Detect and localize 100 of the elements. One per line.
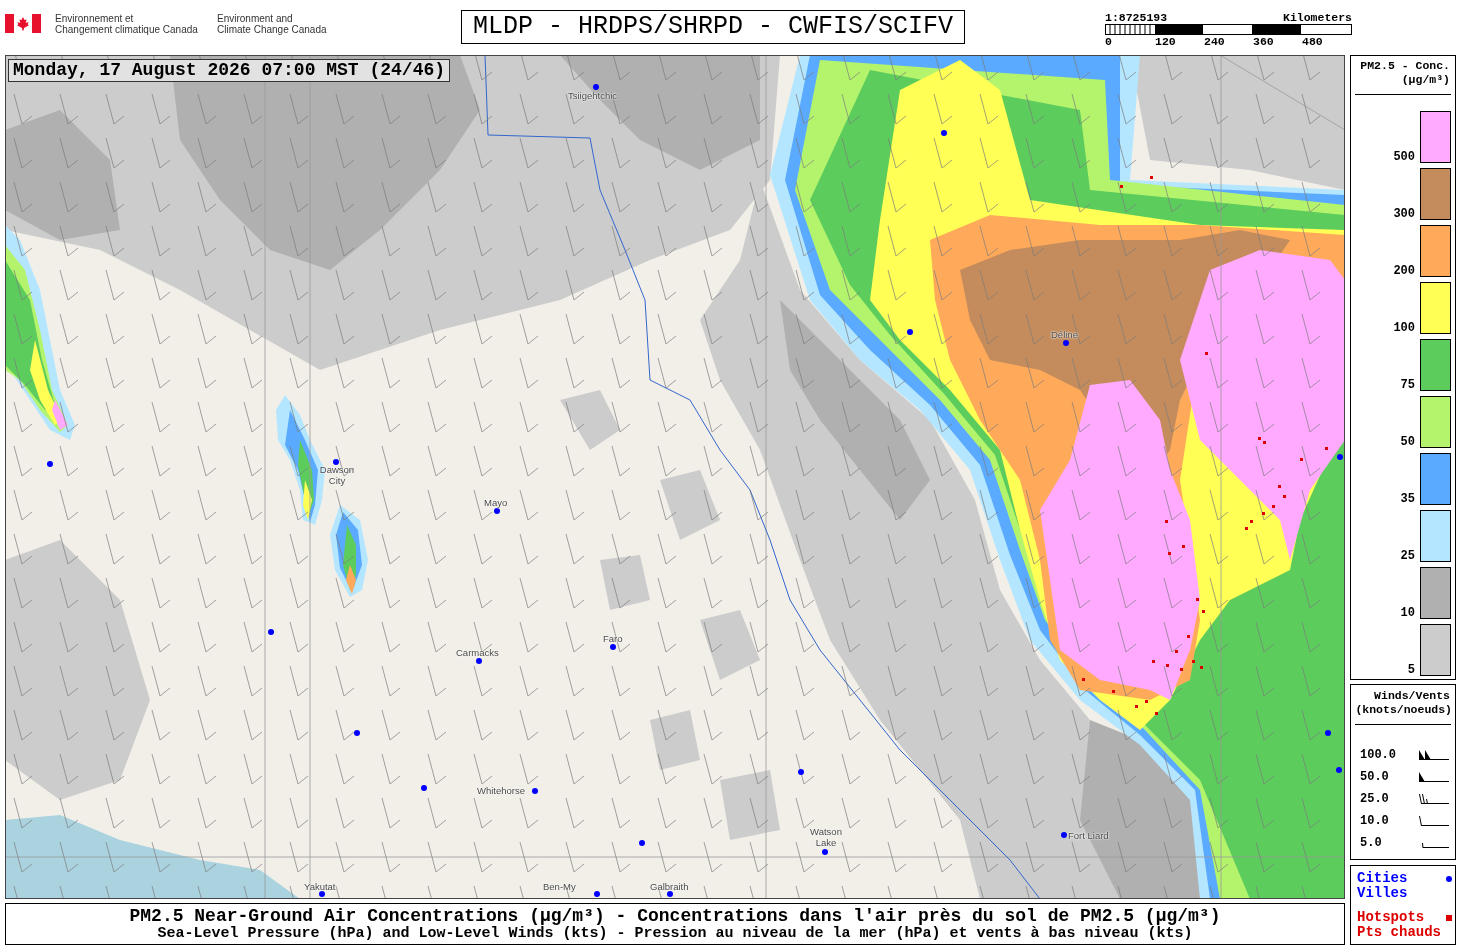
timestamp-label: Monday, 17 August 2026 07:00 MST (24/46) [8, 59, 451, 82]
map-title: MLDP - HRDPS/SHRPD - CWFIS/SCIFV [461, 10, 965, 44]
hotspot-icon [1112, 690, 1115, 693]
hotspot-icon [1325, 447, 1328, 450]
city-dot-icon [610, 644, 616, 650]
hotspot-icon [1082, 678, 1085, 681]
hotspot-icon [1245, 527, 1248, 530]
city-dot-icon [907, 329, 913, 335]
city-label: Dawson City [318, 464, 356, 486]
agency-name: Environment and Climate Change Canada [217, 13, 327, 35]
legend-value: 50 [1400, 436, 1415, 448]
city-label: Tsiigehtchic [568, 90, 618, 101]
hotspot-icon [1182, 545, 1185, 548]
city-label: Whitehorse [477, 785, 526, 796]
city-dot-icon [333, 459, 339, 465]
hotspot-icon [1165, 520, 1168, 523]
hotspot-icon [1135, 705, 1138, 708]
city-dot-icon [593, 84, 599, 90]
legend-value: 75 [1400, 379, 1415, 391]
hotspot-icon [1200, 666, 1203, 669]
scale-tick-label: 0 [1105, 35, 1113, 48]
hotspot-icon [1250, 520, 1253, 523]
hotspot-icon [1202, 610, 1205, 613]
hotspot-icon [1145, 700, 1148, 703]
hotspot-icon [1192, 660, 1195, 663]
hotspot-icon [1196, 598, 1199, 601]
legend-value: 10 [1400, 607, 1415, 619]
city-dot-icon [1337, 454, 1343, 460]
legend-unit: (knots/noeuds) [1354, 703, 1453, 717]
city-label: Mayo [484, 497, 508, 508]
scale-tick-label: 120 [1155, 35, 1177, 48]
city-dot-icon [822, 849, 828, 855]
hotspot-icon [1120, 185, 1123, 188]
hotspot-icon [1272, 505, 1275, 508]
city-dot-icon [354, 730, 360, 736]
city-label: Carmacks [456, 647, 499, 658]
legend-value: 300 [1393, 208, 1415, 220]
city-dot-icon [594, 891, 600, 897]
city-dot-icon [476, 658, 482, 664]
scale-ratio: 1:8725193 [1105, 11, 1168, 24]
wind-speed-label: 50.0 [1360, 770, 1389, 784]
scale-unit: Kilometers [1283, 11, 1352, 24]
wind-speed-label: 100.0 [1360, 748, 1396, 762]
hotspot-icon [1180, 668, 1183, 671]
agency-name: Environnement et Changement climatique Canada [55, 13, 199, 35]
city-dot-icon [47, 461, 53, 467]
hotspot-icon [1155, 712, 1158, 715]
legend-value: 35 [1400, 493, 1415, 505]
hotspot-icon [1150, 176, 1153, 179]
wind-barb-icon [1419, 772, 1449, 782]
city-dot-icon [941, 130, 947, 136]
wind-speed-label: 25.0 [1360, 792, 1389, 806]
hotspot-icon [1300, 458, 1303, 461]
legend-value: 200 [1393, 265, 1415, 277]
city-dot-icon [1063, 340, 1069, 346]
marker-legend-label: Hotspots Pts chauds [1357, 910, 1441, 940]
canada-flag-icon [5, 14, 41, 33]
scale-tick-label: 480 [1302, 35, 1324, 48]
wind-speed-label: 5.0 [1360, 836, 1382, 850]
hotspot-icon [1283, 495, 1286, 498]
city-label: Watson Lake [809, 826, 843, 848]
city-dot-icon [494, 508, 500, 514]
hotspot-icon [1278, 485, 1281, 488]
city-label: Ben-My [543, 881, 576, 892]
legend-value: 5 [1407, 664, 1415, 676]
caption-subtitle: Sea-Level Pressure (hPa) and Low-Level Winds (kts) - Pression au niveau de la mer (hPa) et vents à bas niveau (kts) [156, 926, 1194, 942]
marker-legend-label: Cities Villes [1357, 871, 1408, 901]
wind-barb-icon [1422, 843, 1449, 848]
hotspot-icon [1205, 352, 1208, 355]
wind-speed-label: 10.0 [1360, 814, 1389, 828]
legend-unit: (µg/m³) [1400, 73, 1451, 87]
hotspot-icon [1187, 635, 1190, 638]
city-label: Faro [603, 633, 623, 644]
scale-tick-label: 360 [1253, 35, 1275, 48]
hotspot-icon [1168, 552, 1171, 555]
city-label: Déline [1051, 329, 1078, 340]
city-dot-icon [532, 788, 538, 794]
hotspot-icon [1175, 650, 1178, 653]
scale-tick-label: 240 [1204, 35, 1226, 48]
legend-title: Winds/Vents [1373, 689, 1451, 703]
city-dot-icon [1325, 730, 1331, 736]
city-dot-icon [1336, 767, 1342, 773]
hotspot-icon [1166, 664, 1169, 667]
city-dot-icon [421, 785, 427, 791]
wind-barb-icon [1419, 794, 1449, 804]
hotspot-icon [1262, 512, 1265, 515]
legend-title: PM2.5 - Conc. [1359, 59, 1451, 73]
hotspot-icon [1152, 660, 1155, 663]
city-dot-icon [319, 891, 325, 897]
legend-value: 500 [1393, 151, 1415, 163]
city-dot-icon [268, 629, 274, 635]
city-label: Fort Liard [1068, 830, 1109, 841]
city-dot-icon [639, 840, 645, 846]
legend-value: 100 [1393, 322, 1415, 334]
city-label: Galbraith [650, 881, 689, 892]
city-dot-icon [1061, 832, 1067, 838]
caption-title: PM2.5 Near-Ground Air Concentrations (µg/m³) - Concentrations dans l'air près du sol de PM2.5 (µg/m³) [128, 906, 1222, 926]
wind-barb-icon [1419, 750, 1449, 760]
city-label: Yakutat [304, 881, 336, 892]
city-dot-icon [798, 769, 804, 775]
